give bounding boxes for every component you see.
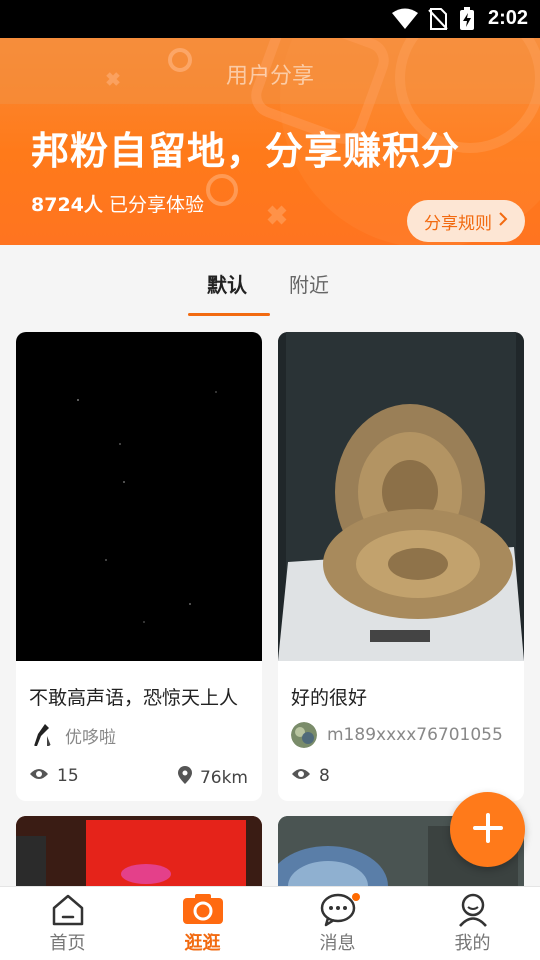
nav-home-label: 首页 <box>49 933 86 954</box>
bottom-nav: 首页 逛逛 消息 我的 <box>0 886 540 960</box>
chevron-right-icon <box>498 211 508 232</box>
profile-icon <box>457 893 489 931</box>
status-bar: 2:02 <box>0 0 540 38</box>
feed-tabs: 默认 附近 <box>0 245 540 320</box>
post-image <box>16 332 262 661</box>
post-image <box>278 332 524 661</box>
author-name: m189xxxx76701055 <box>327 725 503 745</box>
add-post-button[interactable] <box>450 792 525 867</box>
ammonite-fossil-image <box>278 332 524 661</box>
tab-nearby[interactable]: 附近 <box>289 269 329 298</box>
active-tab-indicator <box>188 313 270 316</box>
plus-icon <box>472 812 504 848</box>
post-author[interactable]: 优哆啦 <box>29 722 116 748</box>
home-icon <box>51 893 85 931</box>
distance: 76km <box>177 766 248 789</box>
view-count: 15 <box>29 766 79 786</box>
shared-count-text: 8724人 已分享体验 <box>31 190 204 217</box>
page-title: 用户分享 <box>225 64 314 89</box>
banner-headline: 邦粉自留地，分享赚积分 <box>31 129 461 173</box>
nav-profile[interactable]: 我的 <box>405 887 540 960</box>
post-title: 好的很好 <box>291 687 368 709</box>
nav-messages-label: 消息 <box>319 933 356 954</box>
nav-profile-label: 我的 <box>454 933 491 954</box>
battery-charging-icon <box>459 7 475 35</box>
camera-icon <box>182 893 224 929</box>
status-time: 2:02 <box>487 7 528 29</box>
distance-value: 76km <box>199 767 248 788</box>
message-icon <box>320 893 356 931</box>
shared-count: 8724人 <box>31 194 103 216</box>
night-sky-image <box>77 391 217 623</box>
nav-browse[interactable]: 逛逛 <box>135 887 270 960</box>
eye-icon <box>291 766 311 786</box>
nav-home[interactable]: 首页 <box>0 887 135 960</box>
no-sim-icon <box>428 8 448 34</box>
tab-default[interactable]: 默认 <box>207 269 247 298</box>
wifi-icon <box>392 8 418 34</box>
share-rules-label: 分享规则 <box>424 213 492 234</box>
nav-browse-label: 逛逛 <box>184 933 221 954</box>
share-banner: 用户分享 邦粉自留地，分享赚积分 8724人 已分享体验 分享规则 <box>0 38 540 245</box>
eye-icon <box>29 766 49 786</box>
view-count: 8 <box>291 766 330 786</box>
unread-badge <box>352 893 360 901</box>
share-rules-button[interactable]: 分享规则 <box>407 200 525 242</box>
nav-messages[interactable]: 消息 <box>270 887 405 960</box>
view-count-value: 8 <box>319 766 330 786</box>
shared-label: 已分享体验 <box>108 194 204 216</box>
view-count-value: 15 <box>57 766 79 786</box>
avatar <box>291 722 317 748</box>
post-card[interactable]: 好的很好 m189xxxx76701055 8 <box>278 332 524 801</box>
post-author[interactable]: m189xxxx76701055 <box>291 722 503 748</box>
author-name: 优哆啦 <box>65 727 116 748</box>
location-pin-icon <box>177 766 192 789</box>
post-card[interactable]: 不敢高声语，恐惊天上人 优哆啦 15 76km <box>16 332 262 801</box>
avatar <box>29 722 55 748</box>
post-title: 不敢高声语，恐惊天上人 <box>29 687 239 709</box>
